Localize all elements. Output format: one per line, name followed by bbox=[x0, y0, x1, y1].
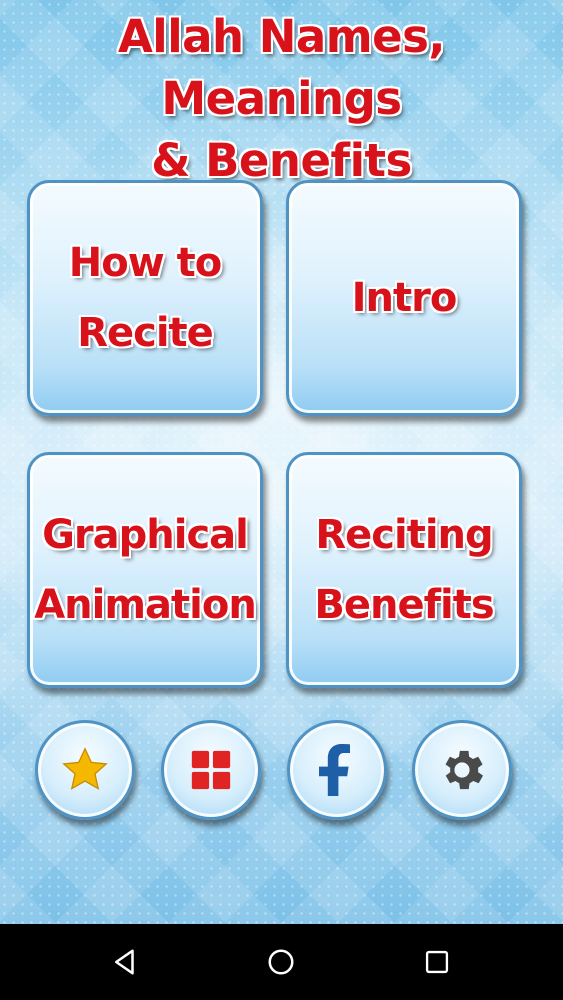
more-apps-button[interactable] bbox=[161, 720, 261, 820]
apps-grid-icon bbox=[191, 750, 231, 790]
gear-icon bbox=[445, 750, 484, 790]
reciting-benefits-button[interactable]: Reciting Benefits bbox=[286, 452, 522, 688]
tile-label-line-1: Intro bbox=[351, 275, 458, 321]
app-title: Allah Names, Meanings & Benefits bbox=[0, 6, 563, 192]
back-icon bbox=[115, 949, 134, 975]
facebook-icon bbox=[319, 744, 350, 796]
tile-label-line-2: Recite bbox=[77, 310, 214, 356]
system-navigation-bar bbox=[0, 924, 563, 1000]
home-icon bbox=[268, 949, 294, 975]
app-screen: Allah Names, Meanings & Benefits How to … bbox=[0, 0, 563, 924]
settings-button[interactable] bbox=[412, 720, 512, 820]
nav-back-button[interactable] bbox=[101, 938, 149, 986]
tile-label: Reciting Benefits bbox=[314, 500, 494, 640]
tile-label-line-2: Animation bbox=[34, 582, 257, 628]
rate-button[interactable] bbox=[35, 720, 135, 820]
tile-label: Graphical Animation bbox=[34, 500, 257, 640]
star-icon bbox=[62, 747, 108, 790]
tile-label: Intro bbox=[351, 263, 458, 333]
tile-label-line-1: Graphical bbox=[42, 512, 249, 558]
recents-icon bbox=[425, 950, 449, 974]
tile-label: How to Recite bbox=[68, 228, 222, 368]
nav-home-button[interactable] bbox=[257, 938, 305, 986]
tile-label-line-1: How to bbox=[68, 240, 222, 286]
graphical-animation-button[interactable]: Graphical Animation bbox=[27, 452, 263, 688]
intro-button[interactable]: Intro bbox=[286, 180, 522, 416]
nav-recents-button[interactable] bbox=[413, 938, 461, 986]
tile-label-line-1: Reciting bbox=[315, 512, 493, 558]
facebook-button[interactable] bbox=[287, 720, 387, 820]
title-line-1: Allah Names, Meanings bbox=[117, 10, 446, 125]
how-to-recite-button[interactable]: How to Recite bbox=[27, 180, 263, 416]
tile-label-line-2: Benefits bbox=[314, 582, 494, 628]
